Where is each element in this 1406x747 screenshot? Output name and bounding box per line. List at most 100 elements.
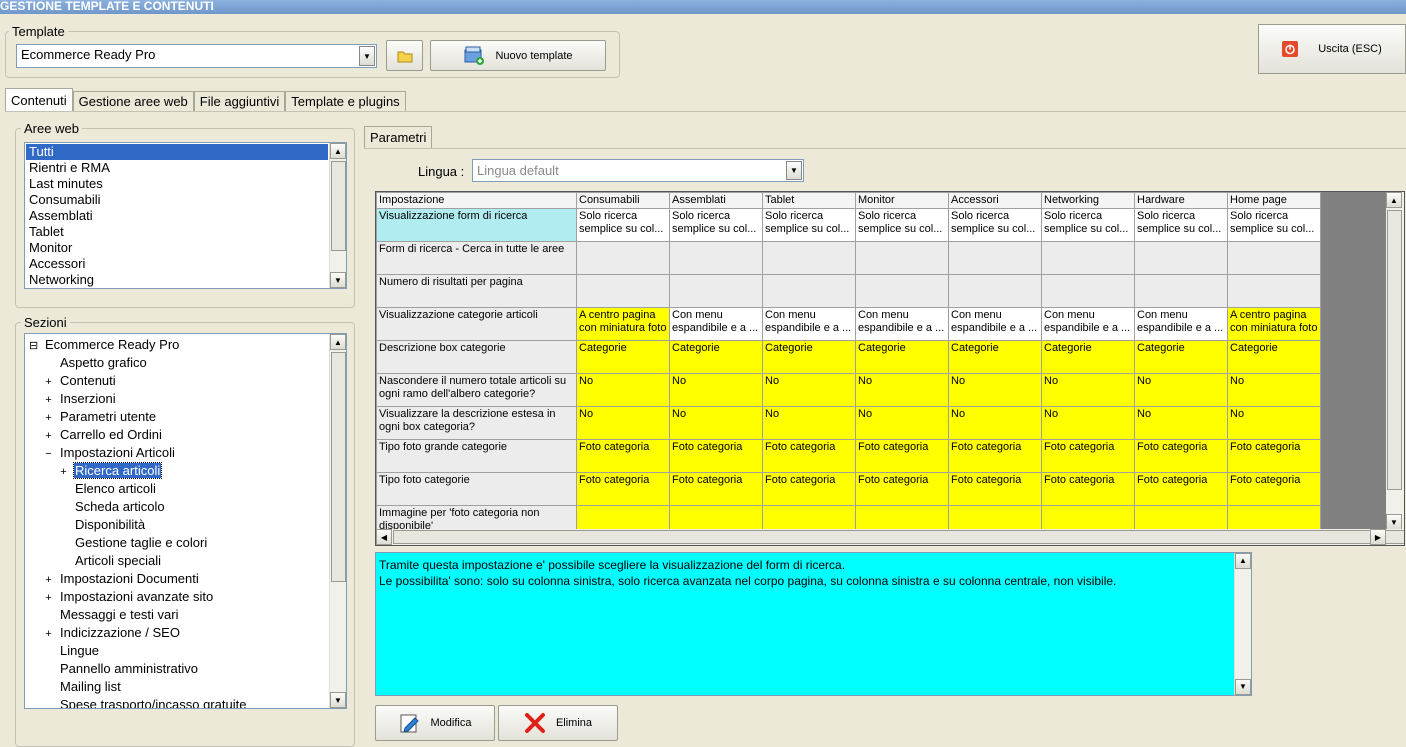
- tree-item[interactable]: + Carrello ed Ordini: [29, 426, 328, 444]
- grid-cell[interactable]: Categorie: [762, 340, 856, 374]
- scroll-down-icon[interactable]: ▼: [1386, 514, 1402, 530]
- expand-icon[interactable]: +: [44, 625, 53, 643]
- grid-cell[interactable]: Solo ricerca semplice su col...: [948, 208, 1042, 242]
- grid-column-header[interactable]: Tablet: [762, 192, 856, 209]
- tree-item[interactable]: Spese trasporto/incasso gratuite: [29, 696, 328, 708]
- scroll-thumb[interactable]: [331, 161, 346, 251]
- tab-template-plugins[interactable]: Template e plugins: [285, 91, 406, 111]
- scroll-thumb[interactable]: [1387, 210, 1402, 490]
- template-select[interactable]: Ecommerce Ready Pro ▼: [16, 44, 377, 68]
- grid-cell[interactable]: Foto categoria: [1041, 472, 1135, 506]
- grid-cell[interactable]: Solo ricerca semplice su col...: [762, 208, 856, 242]
- tree-item[interactable]: Aspetto grafico: [29, 354, 328, 372]
- grid-row-label[interactable]: Nascondere il numero totale articoli su …: [376, 373, 577, 407]
- grid-column-header[interactable]: Networking: [1041, 192, 1135, 209]
- grid-cell[interactable]: A centro pagina con miniatura foto: [1227, 307, 1321, 341]
- grid-row-label[interactable]: Visualizzazione categorie articoli: [376, 307, 577, 341]
- grid-cell[interactable]: No: [1041, 406, 1135, 440]
- modifica-button[interactable]: Modifica: [375, 705, 495, 741]
- grid-cell[interactable]: Categorie: [1227, 340, 1321, 374]
- grid-cell[interactable]: Categorie: [948, 340, 1042, 374]
- grid-column-header[interactable]: Home page: [1227, 192, 1321, 209]
- tab-parametri[interactable]: Parametri: [364, 126, 433, 148]
- grid-row-label[interactable]: Numero di risultati per pagina: [376, 274, 577, 308]
- grid-cell[interactable]: Solo ricerca semplice su col...: [669, 208, 763, 242]
- tab-contenuti[interactable]: Contenuti: [5, 88, 73, 112]
- grid-cell[interactable]: No: [948, 406, 1042, 440]
- tree-item[interactable]: + Inserzioni: [29, 390, 328, 408]
- grid-cell[interactable]: No: [576, 406, 670, 440]
- settings-grid[interactable]: Impostazione Consumabili Assemblati Tablet M…: [375, 191, 1405, 546]
- aree-web-item[interactable]: Last minutes: [26, 176, 328, 192]
- grid-cell[interactable]: [1227, 274, 1321, 308]
- tree-item[interactable]: Gestione taglie e colori: [29, 534, 328, 552]
- grid-cell[interactable]: [1227, 241, 1321, 275]
- new-template-button[interactable]: Nuovo template: [430, 40, 606, 71]
- aree-web-item[interactable]: Tutti: [26, 144, 328, 160]
- tree-item[interactable]: Messaggi e testi vari: [29, 606, 328, 624]
- grid-cell[interactable]: No: [669, 406, 763, 440]
- grid-cell[interactable]: Con menu espandibile e a ...: [948, 307, 1042, 341]
- grid-cell[interactable]: [948, 241, 1042, 275]
- grid-cell[interactable]: [1134, 274, 1228, 308]
- tree-item[interactable]: + Impostazioni Documenti: [29, 570, 328, 588]
- aree-web-item[interactable]: Networking: [26, 272, 328, 288]
- grid-cell[interactable]: [576, 241, 670, 275]
- scroll-down-icon[interactable]: ▼: [1235, 679, 1251, 695]
- description-scrollbar[interactable]: ▲ ▼: [1234, 553, 1251, 695]
- grid-cell[interactable]: [1041, 241, 1135, 275]
- expand-icon[interactable]: +: [44, 427, 53, 445]
- expand-icon[interactable]: ⊟: [29, 337, 38, 355]
- grid-cell[interactable]: [576, 274, 670, 308]
- grid-cell[interactable]: No: [948, 373, 1042, 407]
- grid-cell[interactable]: Foto categoria: [1041, 439, 1135, 473]
- grid-column-header[interactable]: Accessori: [948, 192, 1042, 209]
- tab-gestione-aree-web[interactable]: Gestione aree web: [72, 91, 194, 111]
- scroll-down-icon[interactable]: ▼: [330, 692, 346, 708]
- scroll-thumb[interactable]: [393, 530, 1404, 544]
- grid-column-header[interactable]: Assemblati: [669, 192, 763, 209]
- tree-item[interactable]: Lingue: [29, 642, 328, 660]
- grid-cell[interactable]: Categorie: [1041, 340, 1135, 374]
- grid-cell[interactable]: Foto categoria: [1134, 439, 1228, 473]
- grid-cell[interactable]: No: [762, 406, 856, 440]
- grid-cell[interactable]: Foto categoria: [762, 472, 856, 506]
- grid-cell[interactable]: No: [1134, 406, 1228, 440]
- grid-cell[interactable]: Foto categoria: [948, 439, 1042, 473]
- grid-column-header[interactable]: Hardware: [1134, 192, 1228, 209]
- grid-cell[interactable]: No: [1041, 373, 1135, 407]
- tree-item[interactable]: Elenco articoli: [29, 480, 328, 498]
- tree-item[interactable]: − Impostazioni Articoli: [29, 444, 328, 462]
- grid-cell[interactable]: Foto categoria: [1227, 472, 1321, 506]
- grid-cell[interactable]: No: [855, 373, 949, 407]
- expand-icon[interactable]: +: [44, 571, 53, 589]
- grid-cell[interactable]: Foto categoria: [669, 439, 763, 473]
- grid-cell[interactable]: [1134, 241, 1228, 275]
- tree-item[interactable]: Disponibilità: [29, 516, 328, 534]
- grid-cell[interactable]: Foto categoria: [1227, 439, 1321, 473]
- grid-column-header[interactable]: Consumabili: [576, 192, 670, 209]
- open-folder-button[interactable]: [386, 40, 423, 71]
- grid-cell[interactable]: Solo ricerca semplice su col...: [1041, 208, 1135, 242]
- grid-cell[interactable]: Solo ricerca semplice su col...: [1134, 208, 1228, 242]
- grid-cell[interactable]: Con menu espandibile e a ...: [669, 307, 763, 341]
- grid-cell[interactable]: [669, 274, 763, 308]
- grid-cell[interactable]: Con menu espandibile e a ...: [1041, 307, 1135, 341]
- grid-cell[interactable]: Categorie: [669, 340, 763, 374]
- grid-row-label[interactable]: Descrizione box categorie: [376, 340, 577, 374]
- expand-icon[interactable]: +: [44, 391, 53, 409]
- grid-cell[interactable]: Categorie: [1134, 340, 1228, 374]
- tree-item[interactable]: + Ricerca articoli: [29, 462, 328, 480]
- sezioni-scrollbar[interactable]: ▲ ▼: [329, 334, 346, 708]
- aree-web-item[interactable]: Consumabili: [26, 192, 328, 208]
- chevron-down-icon[interactable]: ▼: [786, 161, 802, 180]
- description-box[interactable]: Tramite questa impostazione e' possibile…: [375, 552, 1252, 696]
- elimina-button[interactable]: Elimina: [498, 705, 618, 741]
- expand-icon[interactable]: +: [44, 409, 53, 427]
- grid-row-label[interactable]: Visualizzare la descrizione estesa in og…: [376, 406, 577, 440]
- grid-cell[interactable]: No: [855, 406, 949, 440]
- grid-cell[interactable]: [762, 274, 856, 308]
- grid-vscrollbar[interactable]: ▲ ▼: [1386, 192, 1404, 530]
- grid-cell[interactable]: [1041, 274, 1135, 308]
- grid-cell[interactable]: No: [1227, 406, 1321, 440]
